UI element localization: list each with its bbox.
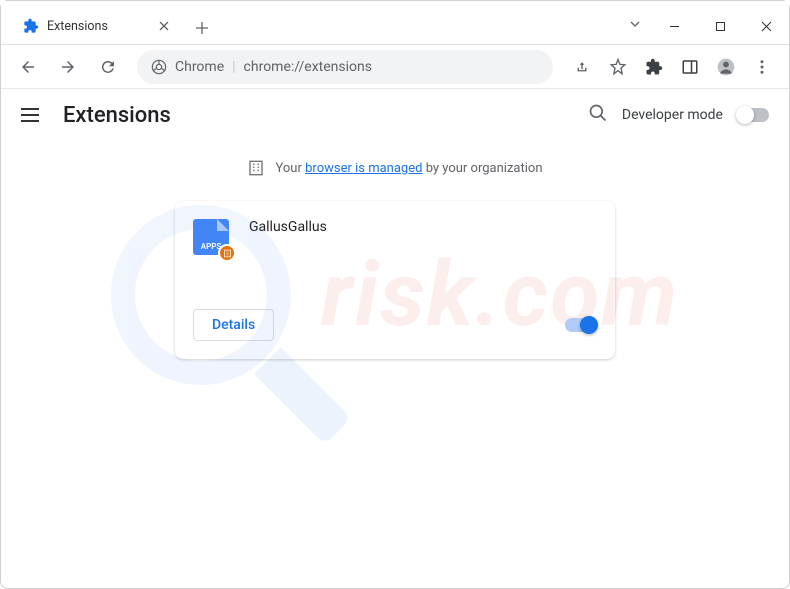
page-title: Extensions [63, 103, 171, 128]
header-right: Developer mode [588, 103, 769, 127]
extension-card: APPS GallusGallus Details [175, 201, 615, 359]
close-window-button[interactable] [743, 10, 789, 42]
profile-button[interactable] [709, 50, 743, 84]
close-tab-button[interactable] [156, 18, 172, 34]
toolbar-right [565, 50, 779, 84]
policy-badge-icon [218, 244, 236, 262]
titlebar: Extensions [1, 1, 789, 45]
search-icon[interactable] [588, 103, 608, 127]
extension-icon: APPS [193, 219, 233, 259]
page-header: Extensions Developer mode [1, 89, 789, 141]
forward-button[interactable] [51, 50, 85, 84]
browser-tab[interactable]: Extensions [11, 8, 182, 44]
sidepanel-button[interactable] [673, 50, 707, 84]
menu-button[interactable] [745, 50, 779, 84]
omnibox-prefix: Chrome [175, 59, 224, 75]
developer-mode-label: Developer mode [622, 107, 723, 123]
managed-link[interactable]: browser is managed [305, 161, 422, 176]
omnibox-text: Chrome | chrome://extensions [175, 59, 372, 75]
details-button[interactable]: Details [193, 309, 274, 341]
card-top: APPS GallusGallus [193, 219, 597, 309]
building-icon [247, 159, 265, 177]
tab-title: Extensions [47, 19, 108, 34]
chevron-down-icon[interactable] [629, 18, 641, 34]
card-bottom: Details [193, 309, 597, 341]
puzzle-icon [23, 18, 39, 34]
content: Your browser is managed by your organiza… [1, 141, 789, 359]
chrome-icon [151, 59, 167, 75]
managed-text: Your browser is managed by your organiza… [275, 161, 542, 176]
extension-toggle[interactable] [565, 318, 597, 332]
reload-button[interactable] [91, 50, 125, 84]
extensions-button[interactable] [637, 50, 671, 84]
omnibox-separator: | [232, 59, 235, 75]
back-button[interactable] [11, 50, 45, 84]
maximize-button[interactable] [697, 10, 743, 42]
extension-name: GallusGallus [249, 219, 327, 309]
share-button[interactable] [565, 50, 599, 84]
window-controls [629, 8, 789, 44]
new-tab-button[interactable] [188, 14, 216, 42]
minimize-button[interactable] [651, 10, 697, 42]
managed-notice: Your browser is managed by your organiza… [247, 159, 542, 177]
menu-icon[interactable] [21, 103, 45, 127]
bookmark-button[interactable] [601, 50, 635, 84]
developer-mode-toggle[interactable] [737, 108, 769, 122]
omnibox-url: chrome://extensions [244, 59, 372, 75]
toolbar: Chrome | chrome://extensions [1, 45, 789, 89]
omnibox[interactable]: Chrome | chrome://extensions [137, 50, 553, 84]
